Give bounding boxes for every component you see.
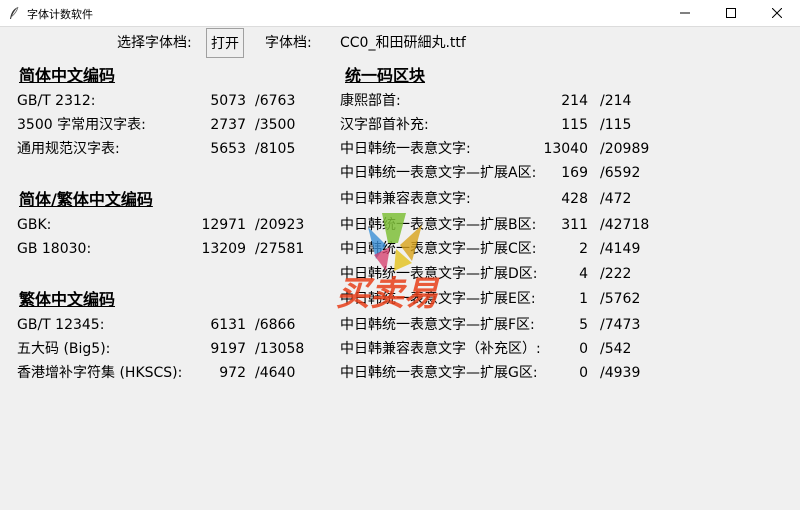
row-count: 5073 bbox=[210, 93, 246, 109]
row-total: /542 bbox=[600, 341, 632, 357]
row-total: /6866 bbox=[255, 317, 296, 333]
row-label: 通用规范汉字表: bbox=[17, 141, 120, 157]
font-file-label: 字体档: bbox=[265, 35, 312, 51]
row-count: 0 bbox=[579, 341, 588, 357]
row-count: 2737 bbox=[210, 117, 246, 133]
row-total: /42718 bbox=[600, 217, 650, 233]
minimize-button[interactable] bbox=[662, 0, 708, 26]
row-count: 2 bbox=[579, 241, 588, 257]
row-label: 中日韩统一表意文字—扩展A区: bbox=[340, 165, 537, 181]
row-total: /27581 bbox=[255, 241, 305, 257]
row-count: 214 bbox=[561, 93, 588, 109]
row-total: /7473 bbox=[600, 317, 641, 333]
row-total: /214 bbox=[600, 93, 632, 109]
row-count: 0 bbox=[579, 365, 588, 381]
row-count: 115 bbox=[561, 117, 588, 133]
row-count: 428 bbox=[561, 191, 588, 207]
row-total: /6592 bbox=[600, 165, 641, 181]
row-count: 12971 bbox=[201, 217, 246, 233]
row-label: 香港增补字符集 (HKSCS): bbox=[17, 365, 183, 381]
title-bar[interactable]: 字体计数软件 bbox=[0, 0, 800, 27]
row-label: 康熙部首: bbox=[340, 93, 401, 109]
row-total: /8105 bbox=[255, 141, 296, 157]
feather-icon bbox=[10, 6, 19, 19]
row-count: 6131 bbox=[210, 317, 246, 333]
row-label: GB/T 12345: bbox=[17, 317, 105, 333]
row-total: /20989 bbox=[600, 141, 650, 157]
row-total: /472 bbox=[600, 191, 632, 207]
watermark-logo-icon: 买卖易 bbox=[336, 213, 440, 314]
row-total: /5762 bbox=[600, 291, 641, 307]
row-label: 3500 字常用汉字表: bbox=[17, 117, 146, 133]
row-count: 311 bbox=[561, 217, 588, 233]
row-label: GBK: bbox=[17, 217, 52, 233]
watermark-text: 买卖易 bbox=[336, 274, 440, 314]
row-count: 972 bbox=[219, 365, 246, 381]
row-total: /222 bbox=[600, 266, 632, 282]
row-label: GB/T 2312: bbox=[17, 93, 96, 109]
section-title-simplified: 简体中文编码 bbox=[19, 66, 116, 85]
row-count: 13040 bbox=[543, 141, 588, 157]
row-count: 5 bbox=[579, 317, 588, 333]
row-label: 汉字部首补充: bbox=[340, 117, 429, 133]
close-button[interactable] bbox=[754, 0, 800, 26]
row-total: /4640 bbox=[255, 365, 296, 381]
row-count: 13209 bbox=[201, 241, 246, 257]
row-count: 1 bbox=[579, 291, 588, 307]
row-label: 中日韩统一表意文字: bbox=[340, 141, 471, 157]
section-title-traditional: 繁体中文编码 bbox=[19, 290, 116, 309]
row-label: 中日韩兼容表意文字（补充区）: bbox=[340, 341, 541, 357]
row-total: /4939 bbox=[600, 365, 641, 381]
row-count: 5653 bbox=[210, 141, 246, 157]
open-button[interactable]: 打开 bbox=[206, 28, 244, 58]
window-title: 字体计数软件 bbox=[27, 8, 93, 21]
row-count: 4 bbox=[579, 266, 588, 282]
maximize-icon bbox=[726, 8, 736, 18]
row-total: /4149 bbox=[600, 241, 641, 257]
minimize-icon bbox=[680, 12, 690, 14]
close-icon bbox=[772, 8, 782, 18]
section-title-mixed: 简体/繁体中文编码 bbox=[19, 190, 153, 209]
select-font-label: 选择字体档: bbox=[117, 35, 192, 51]
row-total: /13058 bbox=[255, 341, 305, 357]
maximize-button[interactable] bbox=[708, 0, 754, 26]
row-total: /3500 bbox=[255, 117, 296, 133]
section-title-unicode: 统一码区块 bbox=[345, 66, 426, 85]
row-label: 中日韩统一表意文字—扩展G区: bbox=[340, 365, 538, 381]
row-total: /115 bbox=[600, 117, 632, 133]
row-label: 五大码 (Big5): bbox=[17, 341, 111, 357]
row-label: GB 18030: bbox=[17, 241, 92, 257]
row-count: 169 bbox=[561, 165, 588, 181]
row-total: /20923 bbox=[255, 217, 305, 233]
row-label: 中日韩统一表意文字—扩展F区: bbox=[340, 317, 535, 333]
font-file-name: CC0_和田研細丸.ttf bbox=[340, 35, 466, 51]
row-count: 9197 bbox=[210, 341, 246, 357]
row-total: /6763 bbox=[255, 93, 296, 109]
